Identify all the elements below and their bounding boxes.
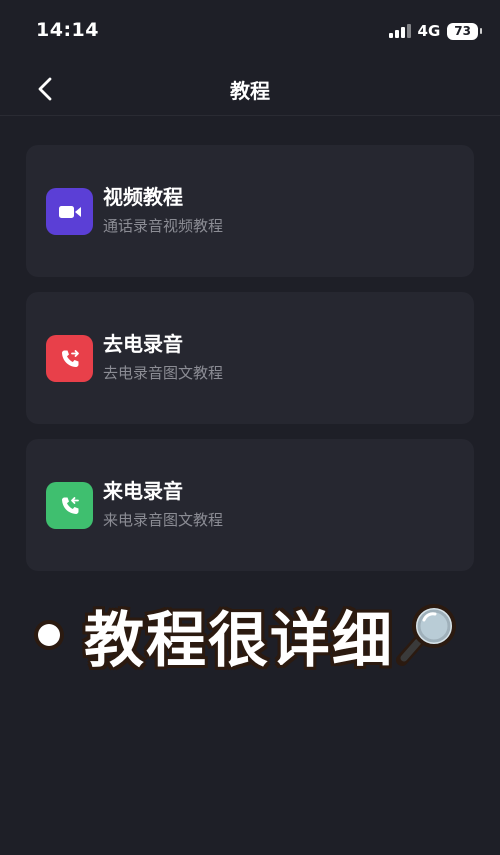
nav-bar: 教程 (0, 60, 500, 116)
list-item-title: 视频教程 (103, 185, 183, 209)
network-type: 4G (417, 22, 441, 40)
list-item-subtitle: 去电录音图文教程 (103, 364, 224, 382)
list-item-outgoing-call[interactable]: 去电录音 去电录音图文教程 (26, 292, 474, 424)
tutorial-list: 视频教程 通话录音视频教程 去电录音 去电录音图文教程 来电录音 来电录音图文教… (26, 145, 474, 586)
video-camera-icon (46, 188, 93, 235)
list-item-subtitle: 通话录音视频教程 (103, 217, 224, 235)
status-time: 14:14 (36, 19, 99, 41)
page-title: 教程 (230, 79, 270, 103)
list-item-subtitle: 来电录音图文教程 (103, 511, 224, 529)
outgoing-call-icon (46, 335, 93, 382)
list-item-video-tutorial[interactable]: 视频教程 通话录音视频教程 (26, 145, 474, 277)
magnifying-glass-icon (396, 604, 456, 666)
status-bar: 14:14 4G 73 (0, 0, 500, 60)
list-item-incoming-call[interactable]: 来电录音 来电录音图文教程 (26, 439, 474, 571)
list-item-title: 来电录音 (103, 479, 183, 503)
status-indicators: 4G 73 (388, 22, 482, 40)
bullet-dot (38, 624, 60, 646)
incoming-call-icon (46, 482, 93, 529)
caption-text: 教程很详细 (84, 605, 394, 676)
battery-icon: 73 (447, 22, 482, 40)
list-item-title: 去电录音 (103, 332, 183, 356)
signal-icon (388, 24, 411, 38)
overlay-caption: 教程很详细 (32, 595, 492, 676)
